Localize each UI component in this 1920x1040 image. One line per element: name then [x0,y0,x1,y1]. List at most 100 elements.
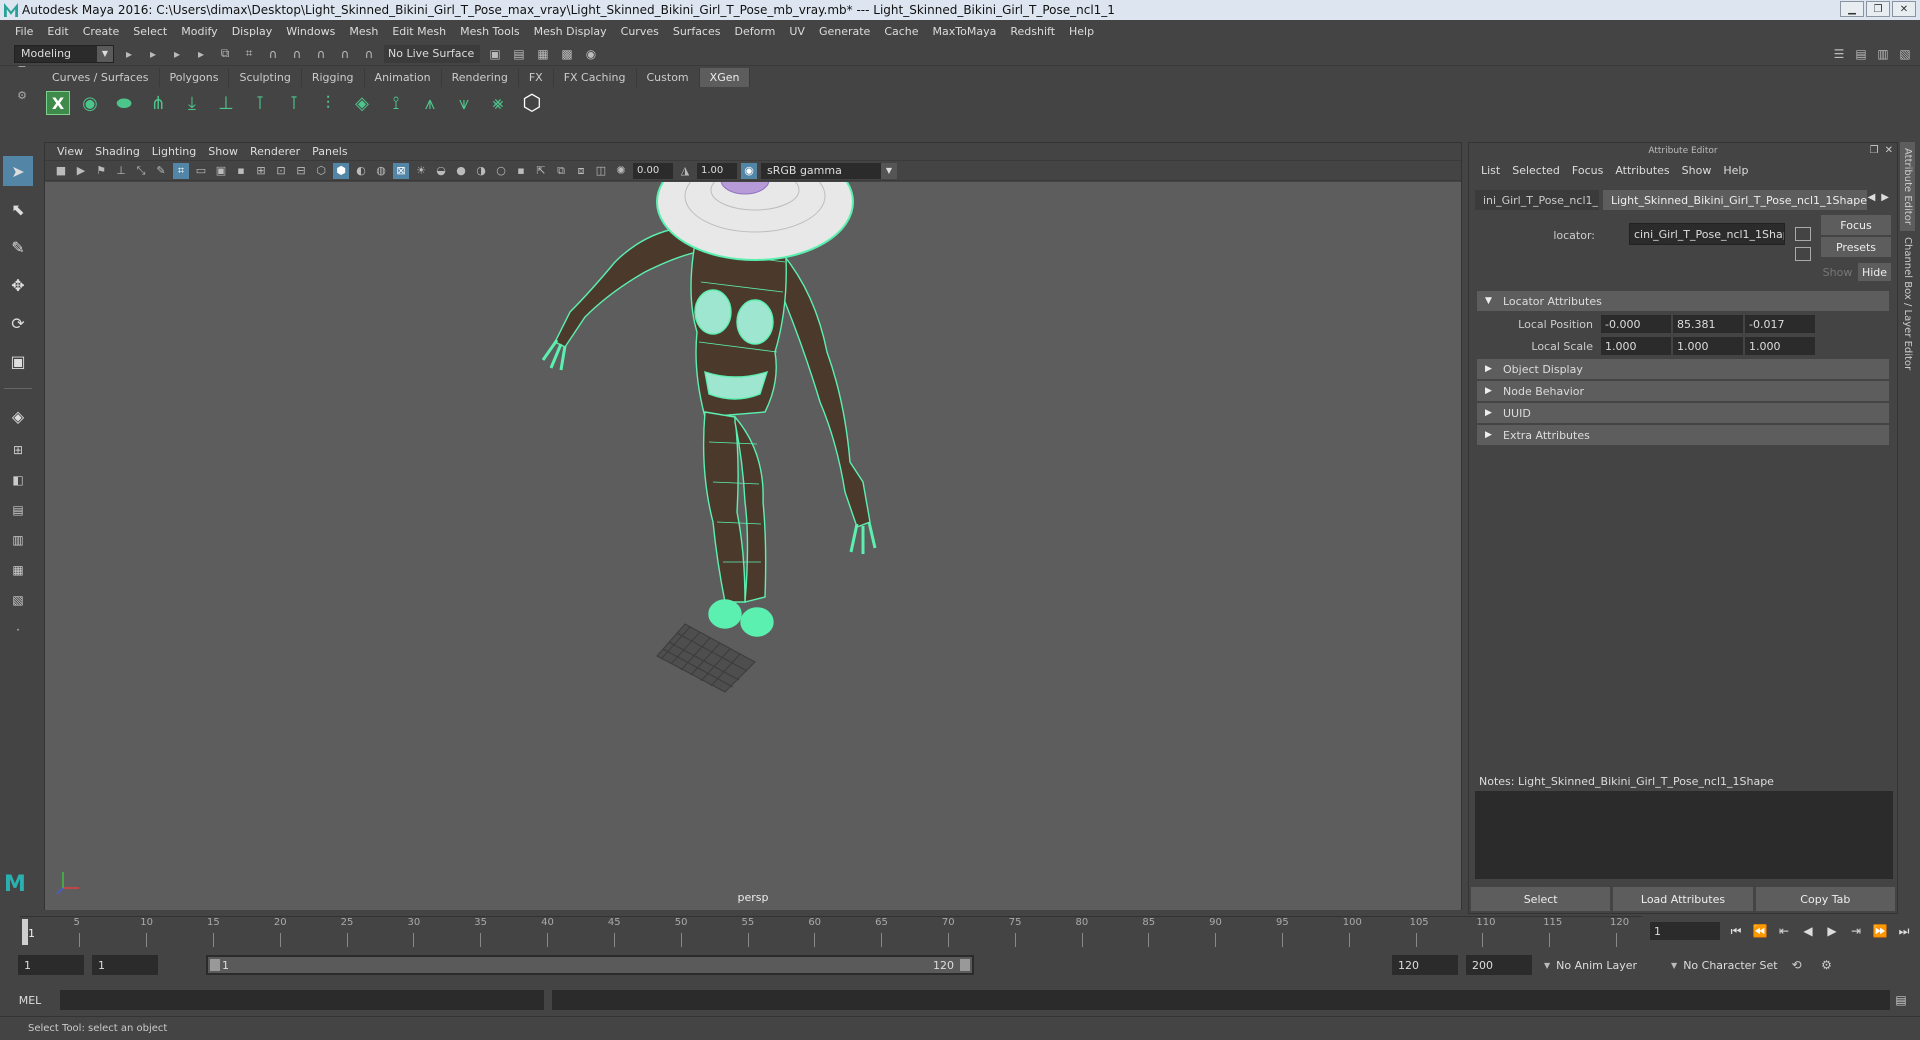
viewport-canvas[interactable]: persp [45,182,1461,910]
new-scene-icon[interactable]: ▸ [120,45,138,63]
menu-create[interactable]: Create [76,25,127,38]
menu-windows[interactable]: Windows [279,25,342,38]
go-to-input-icon[interactable] [1795,227,1811,241]
tab-scroll-right-icon[interactable]: ▶ [1881,192,1889,203]
go-to-output-icon[interactable] [1795,247,1811,261]
move-tool-icon[interactable]: ✥ [3,270,33,300]
presets-button[interactable]: Presets [1821,237,1891,257]
two-pane-layout-icon[interactable]: ◧ [4,469,32,491]
paint-select-tool-icon[interactable]: ✎ [3,232,33,262]
menu-modify[interactable]: Modify [174,25,224,38]
select-hierarchy-icon[interactable]: ⧉ [216,45,234,63]
menu-surfaces[interactable]: Surfaces [666,25,728,38]
color-management-icon[interactable]: ◉ [741,162,757,179]
xgen-comb-icon[interactable]: ⩛ [450,89,478,117]
lasso-tool-icon[interactable]: ⬉ [3,194,33,224]
anim-layer-dropdown[interactable]: ▼ No Anim Layer [1540,955,1637,975]
float-panel-icon[interactable]: ❐ [1870,143,1879,159]
render-view-icon[interactable]: ▣ [486,45,504,63]
side-tab-channel-box[interactable]: Channel Box / Layer Editor [1900,231,1915,376]
wireframe-on-shaded-icon[interactable]: ◍ [373,163,389,179]
shelf-tab-xgen[interactable]: XGen [699,68,751,87]
xgen-create-description-icon[interactable]: ⬬ [110,89,138,117]
close-icon[interactable]: ✕ [1892,1,1916,17]
xgen-layers-icon[interactable]: ◈ [348,89,376,117]
ae-menu-attributes[interactable]: Attributes [1609,164,1675,177]
scale-tool-icon[interactable]: ▣ [3,346,33,376]
anti-aliasing-icon[interactable]: ○ [493,163,509,179]
tab-scroll-left-icon[interactable]: ◀ [1868,192,1876,203]
rotate-tool-icon[interactable]: ⟳ [3,308,33,338]
view-transform-dropdown[interactable]: sRGB gamma ▼ [761,162,897,179]
gate-mask-icon[interactable]: ▪ [233,163,249,179]
shelf-tab-rigging[interactable]: Rigging [302,68,365,87]
maximize-icon[interactable]: ❐ [1866,1,1890,17]
hide-button[interactable]: Hide [1858,263,1891,281]
menu-mesh-tools[interactable]: Mesh Tools [453,25,527,38]
xray-joints-icon[interactable]: ⧉ [553,163,569,179]
wireframe-icon[interactable]: ⬡ [313,163,329,179]
shelf-tab-animation[interactable]: Animation [365,68,442,87]
focus-button[interactable]: Focus [1821,215,1891,235]
bookmark-icon[interactable]: ⚑ [93,163,109,179]
local-position-z-field[interactable]: -0.017 [1745,315,1815,333]
select-tool-icon[interactable]: ➤ [3,156,33,186]
image-plane-icon[interactable]: ⊥ [113,163,129,179]
ipr-render-icon[interactable]: ▦ [534,45,552,63]
script-editor-icon[interactable]: ▤ [1890,990,1912,1010]
snap-curve-icon[interactable]: ∩ [264,45,282,63]
xgen-hex-icon[interactable]: ⬡ [518,89,546,117]
menu-help[interactable]: Help [1062,25,1101,38]
isolate-select-icon[interactable]: ⇱ [533,163,549,179]
shelf-tab-custom[interactable]: Custom [637,68,700,87]
xgen-rebuild-guide-icon[interactable]: ⫶ [314,89,342,117]
open-scene-icon[interactable]: ▸ [144,45,162,63]
go-to-start-icon[interactable]: ⏮ [1728,924,1744,939]
viewport-menu-panels[interactable]: Panels [306,145,353,158]
local-scale-x-field[interactable]: 1.000 [1601,337,1671,355]
gamma-icon[interactable]: ◮ [677,163,693,179]
xgen-add-guide-icon[interactable]: ⋔ [144,89,172,117]
render-settings-icon[interactable]: ▩ [558,45,576,63]
local-scale-z-field[interactable]: 1.000 [1745,337,1815,355]
extra-attributes-header[interactable]: ▶ Extra Attributes [1477,425,1889,445]
live-surface-field[interactable]: No Live Surface [384,44,480,63]
viewport-menu-view[interactable]: View [51,145,89,158]
time-slider[interactable]: 5 10 15 20 25 30 35 40 45 50 55 60 65 70 75 80 85 90 95 100… [20,916,1642,947]
xgen-lock-guide-icon[interactable]: ⊺ [280,89,308,117]
camera-select-icon[interactable]: ■ [53,163,69,179]
range-bar[interactable]: 1 120 [206,955,974,975]
more-layouts-icon[interactable]: · [4,619,32,641]
motion-blur-icon[interactable]: ◑ [473,163,489,179]
save-scene-icon[interactable]: ▸ [168,45,186,63]
shelf-tab-rendering[interactable]: Rendering [442,68,519,87]
ae-menu-show[interactable]: Show [1676,164,1718,177]
exposure-field[interactable]: 0.00 [633,162,673,179]
local-position-x-field[interactable]: -0.000 [1601,315,1671,333]
snap-grid-icon[interactable]: ⌗ [240,45,258,63]
safe-action-icon[interactable]: ⊡ [273,163,289,179]
viewport-menu-lighting[interactable]: Lighting [146,145,202,158]
minimize-icon[interactable]: ▁ [1840,1,1864,17]
xray-icon[interactable]: ⊠ [393,162,409,179]
show-button[interactable]: Show [1821,263,1854,281]
menu-redshift[interactable]: Redshift [1003,25,1062,38]
copy-tab-button[interactable]: Copy Tab [1755,887,1895,911]
character-set-dropdown[interactable]: ▼ No Character Set [1667,955,1777,975]
grid-toggle-icon[interactable]: ⌗ [173,162,189,179]
depth-of-field-icon[interactable]: ▪ [513,163,529,179]
auto-key-icon[interactable]: ⟲ [1786,955,1808,975]
load-attributes-button[interactable]: Load Attributes [1613,887,1753,911]
menu-deform[interactable]: Deform [727,25,782,38]
viewport-menu-shading[interactable]: Shading [89,145,146,158]
menu-generate[interactable]: Generate [812,25,877,38]
command-input[interactable] [60,990,544,1010]
shadows-icon[interactable]: ◒ [433,163,449,179]
range-handle[interactable]: 1 120 [208,957,972,973]
command-language-label[interactable]: MEL [0,994,60,1007]
hypershade-layout-icon[interactable]: ▦ [4,559,32,581]
ae-menu-help[interactable]: Help [1717,164,1754,177]
menu-cache[interactable]: Cache [877,25,925,38]
animation-start-field[interactable]: 1 [18,955,84,975]
shelf-tab-fx-caching[interactable]: FX Caching [554,68,637,87]
